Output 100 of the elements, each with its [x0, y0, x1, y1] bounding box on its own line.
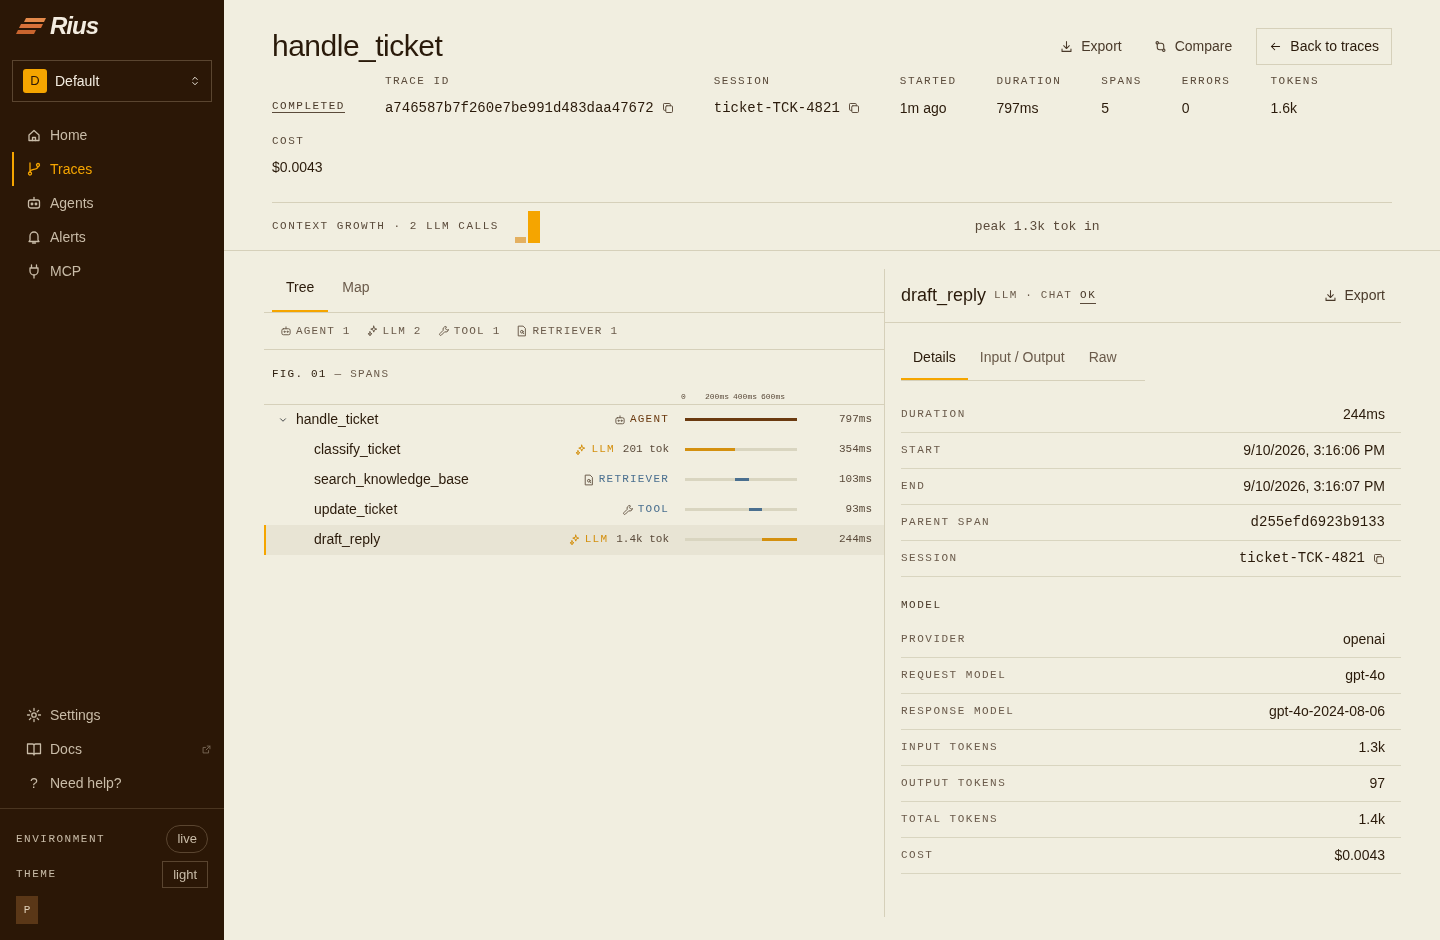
theme-toggle[interactable]: light — [162, 860, 208, 888]
field-label: STARTED — [899, 74, 957, 89]
span-row[interactable]: update_ticket TOOL 93ms — [264, 494, 884, 525]
field-value: 0 — [1181, 98, 1190, 118]
detail-label: SESSION — [901, 551, 958, 567]
document-search-icon — [516, 325, 529, 337]
page-title: handle_ticket — [272, 28, 443, 64]
duration-bar — [734, 478, 750, 481]
arrow-left-icon — [1269, 40, 1283, 53]
peak-label: peak 1.3k tok in — [974, 217, 1100, 236]
filter-chip[interactable]: AGENT 1 — [280, 322, 351, 340]
tab[interactable]: Map — [328, 269, 384, 312]
tab[interactable]: Tree — [272, 269, 329, 312]
copy-icon — [1373, 552, 1385, 565]
workspace-selector[interactable]: D Default — [12, 60, 212, 102]
detail-label: TOTAL TOKENS — [901, 812, 999, 828]
action-button[interactable]: Compare — [1145, 30, 1241, 63]
user-avatar: P — [16, 896, 38, 924]
nav-item[interactable]: MCP — [12, 254, 224, 288]
detail-label: REQUEST MODEL — [901, 668, 1007, 684]
nav-item[interactable]: Home — [12, 118, 224, 152]
detail-label: END — [901, 479, 926, 495]
download-icon — [1323, 289, 1337, 302]
field-value: 797ms — [996, 98, 1039, 118]
sparkle-icon — [568, 533, 581, 546]
robot-icon — [280, 325, 292, 337]
field-label: ERRORS — [1181, 74, 1231, 89]
filter-chip[interactable]: TOOL 1 — [437, 322, 501, 340]
span-name: draft_reply — [314, 530, 381, 549]
detail-value: 1.4k — [1358, 810, 1385, 829]
tab[interactable]: Raw — [1076, 339, 1129, 380]
span-type: AGENT — [614, 411, 669, 428]
home-icon — [26, 127, 42, 143]
logo-text: Rius — [50, 11, 98, 41]
tab[interactable]: Input / Output — [967, 339, 1077, 380]
detail-value: $0.0043 — [1334, 846, 1385, 865]
span-title: draft_reply — [901, 284, 987, 308]
span-type: RETRIEVER — [582, 471, 669, 488]
span-name: update_ticket — [314, 500, 398, 519]
environment-label: ENVIRONMENT — [16, 831, 106, 847]
field-value: 5 — [1101, 98, 1110, 118]
nav-item[interactable]: Agents — [12, 186, 224, 220]
nav-item[interactable]: Alerts — [12, 220, 224, 254]
nav-item[interactable]: Docs — [12, 732, 224, 766]
copy-icon — [661, 102, 674, 114]
filter-chip[interactable]: LLM 2 — [366, 322, 422, 340]
detail-label: INPUT TOKENS — [901, 740, 999, 756]
nav-item[interactable]: Traces — [12, 152, 224, 186]
back-button[interactable]: Back to traces — [1256, 28, 1392, 65]
span-duration: 244ms — [838, 532, 872, 548]
detail-value: 1.3k — [1358, 738, 1385, 757]
detail-value: ticket-TCK-4821 — [1238, 549, 1365, 568]
span-row[interactable]: handle_ticket AGENT 797ms — [264, 404, 884, 435]
branch-icon — [26, 161, 42, 177]
span-row[interactable]: classify_ticket LLM 201 tok 354ms — [264, 434, 884, 465]
duration-bar — [762, 538, 797, 541]
span-row[interactable]: draft_reply LLM 1.4k tok 244ms — [264, 524, 884, 555]
axis-tick-label: 400ms — [733, 390, 757, 403]
copy-icon — [847, 102, 860, 114]
external-link-icon — [201, 743, 212, 755]
span-name: classify_ticket — [314, 440, 401, 459]
token-count: 201 tok — [622, 442, 669, 458]
axis-tick-label: 0 — [681, 390, 686, 403]
sparkle-icon — [575, 443, 588, 456]
book-icon — [26, 741, 42, 757]
field-label: DURATION — [996, 74, 1062, 89]
detail-label: PARENT SPAN — [901, 515, 991, 531]
sparkle-icon — [366, 325, 379, 337]
detail-value: gpt-4o — [1345, 666, 1385, 685]
span-type: LLM · CHAT — [994, 288, 1073, 304]
workspace-avatar: D — [23, 69, 47, 93]
copy-button[interactable] — [1373, 552, 1385, 565]
span-row[interactable]: search_knowledge_base RETRIEVER 103ms — [264, 464, 884, 495]
detail-label: START — [901, 443, 942, 459]
span-type: LLM — [568, 531, 609, 548]
detail-label: DURATION — [901, 407, 966, 423]
copy-button[interactable] — [661, 102, 674, 114]
bell-icon — [26, 229, 42, 245]
detail-value: gpt-4o-2024-08-06 — [1269, 702, 1385, 721]
detail-value: 9/10/2026, 3:16:07 PM — [1243, 477, 1385, 496]
detail-value: 97 — [1369, 774, 1385, 793]
context-growth-sparkline — [514, 210, 541, 243]
span-type: LLM — [575, 441, 615, 458]
detail-value: 244ms — [1342, 405, 1385, 424]
detail-label: PROVIDER — [901, 632, 966, 648]
compare-icon — [1153, 40, 1167, 53]
field-label: TRACE ID — [384, 74, 451, 89]
action-button[interactable]: Export — [1052, 30, 1130, 63]
filter-chip[interactable]: RETRIEVER 1 — [516, 322, 619, 340]
export-button[interactable]: Export — [1315, 279, 1393, 312]
nav-item[interactable]: Settings — [12, 698, 224, 732]
tab[interactable]: Details — [901, 339, 968, 380]
figure-number: FIG. 01 — [272, 367, 327, 382]
detail-value: d255efd6923b9133 — [1250, 513, 1385, 532]
token-count: 1.4k tok — [616, 532, 669, 548]
axis-tick-label: 200ms — [705, 390, 729, 403]
context-growth-label: CONTEXT GROWTH · 2 LLM CALLS — [272, 219, 499, 235]
copy-button[interactable] — [847, 102, 860, 114]
nav-item[interactable]: ? Need help? — [12, 766, 224, 800]
chevron-updown-icon — [189, 75, 201, 87]
